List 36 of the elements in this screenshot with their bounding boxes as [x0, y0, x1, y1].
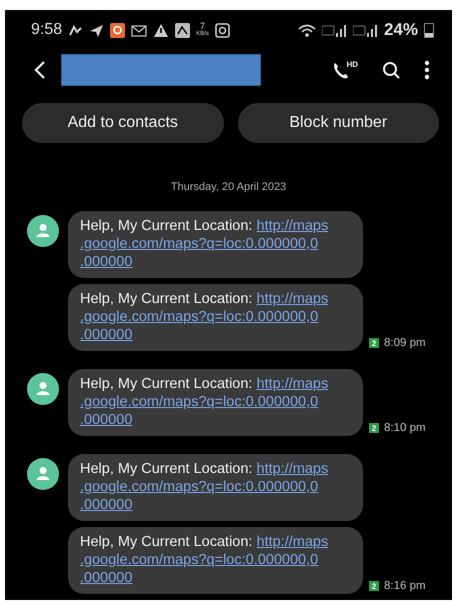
clock-time: 9:58 — [31, 21, 62, 39]
sim-badge: 2 — [369, 581, 379, 591]
sim-badge: 2 — [369, 338, 379, 348]
app-icon — [214, 22, 230, 38]
message-text: Help, My Current Location: http://maps .google.com/maps?q=loc:0.000000,0 .000000 — [80, 533, 330, 587]
app-notification-icon — [110, 22, 126, 38]
date-divider: Thursday, 20 April 2023 — [170, 181, 288, 193]
mail-icon — [131, 22, 148, 38]
network-speed: 7 — [200, 22, 205, 30]
search-icon — [382, 61, 400, 79]
hd-call-button[interactable]: HD — [327, 56, 362, 84]
signal-icon — [322, 22, 347, 38]
contact-avatar-icon — [27, 215, 59, 247]
message-text: Help, My Current Location: http://maps .google.com/maps?q=loc:0.000000,0 .000000 — [80, 460, 330, 514]
contact-avatar-icon — [27, 373, 59, 405]
block-button[interactable]: Block number — [238, 103, 439, 143]
back-icon — [33, 60, 47, 80]
app-icon — [175, 22, 190, 38]
battery-icon — [424, 22, 434, 38]
message-time: 8:09 pm — [384, 337, 426, 349]
signal-icon — [352, 22, 378, 38]
message-text: Help, My Current Location: http://maps .google.com/maps?q=loc:0.000000,0 .000000 — [80, 290, 330, 344]
add-contact-button[interactable]: Add to contacts — [22, 103, 224, 143]
battery-percent: 24% — [384, 20, 418, 40]
wifi-icon — [298, 22, 316, 38]
more-icon — [424, 60, 430, 80]
warning-icon — [153, 22, 170, 38]
message-text: Help, My Current Location: http://maps .google.com/maps?q=loc:0.000000,0 .000000 — [80, 217, 330, 271]
hd-label: HD — [346, 60, 358, 69]
activity-icon — [68, 22, 84, 38]
message-text: Help, My Current Location: http://maps .google.com/maps?q=loc:0.000000,0 .000000 — [80, 375, 330, 429]
contact-avatar-icon — [27, 458, 59, 490]
send-icon — [89, 22, 104, 38]
message-time: 8:16 pm — [384, 580, 426, 592]
message-time: 8:10 pm — [384, 422, 426, 434]
sim-badge: 2 — [369, 423, 379, 433]
